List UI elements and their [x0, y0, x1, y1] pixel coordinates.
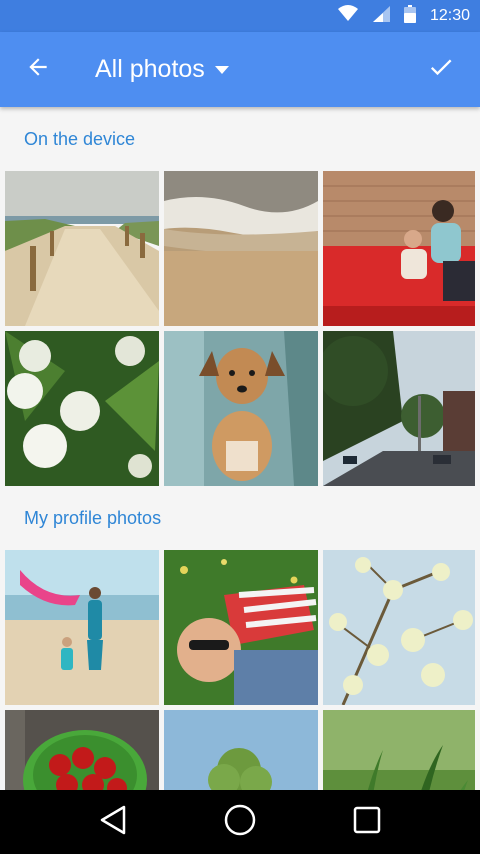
square-recents-icon: [352, 805, 382, 840]
triangle-back-icon: [98, 804, 128, 841]
check-icon: [427, 53, 455, 86]
album-selector[interactable]: All photos: [95, 55, 229, 84]
back-arrow-icon: [25, 54, 51, 85]
profile-photo-grid: [0, 550, 480, 790]
photo-tile-dog[interactable]: [164, 331, 318, 486]
app-bar: All photos: [0, 32, 480, 107]
device-photo-grid: [0, 171, 480, 486]
photo-tile-blossom[interactable]: [323, 550, 475, 705]
photo-tile-cherries[interactable]: [5, 710, 159, 790]
nav-back-button[interactable]: [78, 790, 148, 854]
photo-tile-beach-path[interactable]: [5, 171, 159, 326]
photo-picker-content: On the device My profile photos: [0, 107, 480, 790]
back-button[interactable]: [0, 32, 76, 107]
signal-icon: [372, 5, 390, 28]
clock: 12:30: [429, 7, 470, 24]
photo-tile-mother-child[interactable]: [323, 171, 475, 326]
system-nav-bar: [0, 790, 480, 854]
nav-home-button[interactable]: [205, 790, 275, 854]
confirm-button[interactable]: [416, 32, 466, 107]
photo-tile-tree-sky[interactable]: [164, 710, 318, 790]
section-header-device: On the device: [24, 128, 136, 149]
section-header-profile: My profile photos: [24, 507, 162, 528]
photo-tile-city-street[interactable]: [323, 331, 475, 486]
page-title: All photos: [95, 55, 205, 83]
battery-icon: [403, 4, 416, 28]
photo-tile-white-flowers[interactable]: [5, 331, 159, 486]
photo-tile-sand-waves[interactable]: [164, 171, 318, 326]
dropdown-triangle-icon: [214, 61, 229, 79]
photo-tile-grass[interactable]: [323, 710, 475, 790]
circle-home-icon: [223, 803, 257, 842]
wifi-icon: [337, 4, 358, 28]
status-bar: 12:30: [0, 0, 480, 32]
nav-recents-button[interactable]: [332, 790, 402, 854]
photo-tile-boy-grass[interactable]: [164, 550, 318, 705]
photo-tile-kids-beach[interactable]: [5, 550, 159, 705]
